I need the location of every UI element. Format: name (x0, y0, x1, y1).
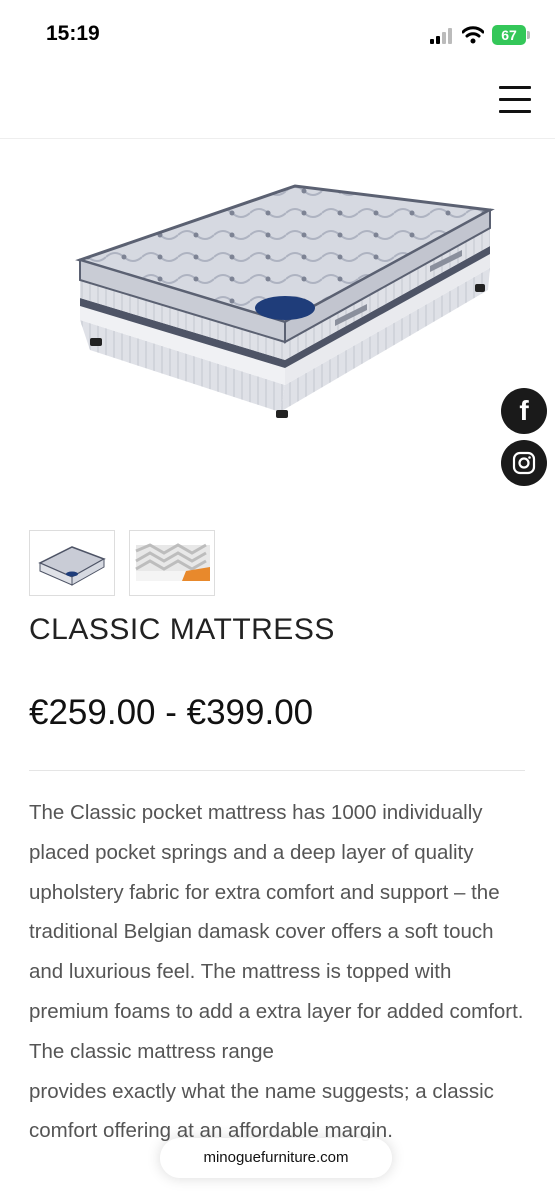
browser-url-bar[interactable]: minoguefurniture.com (160, 1138, 392, 1178)
signal-icon (430, 28, 452, 44)
hamburger-menu-icon[interactable] (499, 86, 533, 118)
product-title: CLASSIC MATTRESS (29, 613, 335, 646)
foam-layer-thumbnail[interactable] (129, 530, 215, 596)
wifi-icon (462, 26, 484, 44)
instagram-glyph (512, 451, 536, 475)
battery-indicator: 67 (492, 25, 530, 45)
product-description: The Classic pocket mattress has 1000 ind… (29, 793, 529, 1151)
site-header (0, 70, 555, 139)
facebook-glyph: f (519, 395, 529, 426)
mattress-thumbnail[interactable] (29, 530, 115, 596)
status-time: 15:19 (46, 22, 100, 45)
mattress-photo (75, 184, 495, 418)
facebook-icon[interactable]: f (501, 388, 547, 434)
status-bar: 15:19 67 (0, 0, 555, 70)
product-price: €259.00 - €399.00 (29, 693, 314, 732)
divider (29, 770, 525, 771)
instagram-icon[interactable] (501, 440, 547, 486)
description-paragraph-1: The Classic pocket mattress has 1000 ind… (29, 801, 524, 1063)
